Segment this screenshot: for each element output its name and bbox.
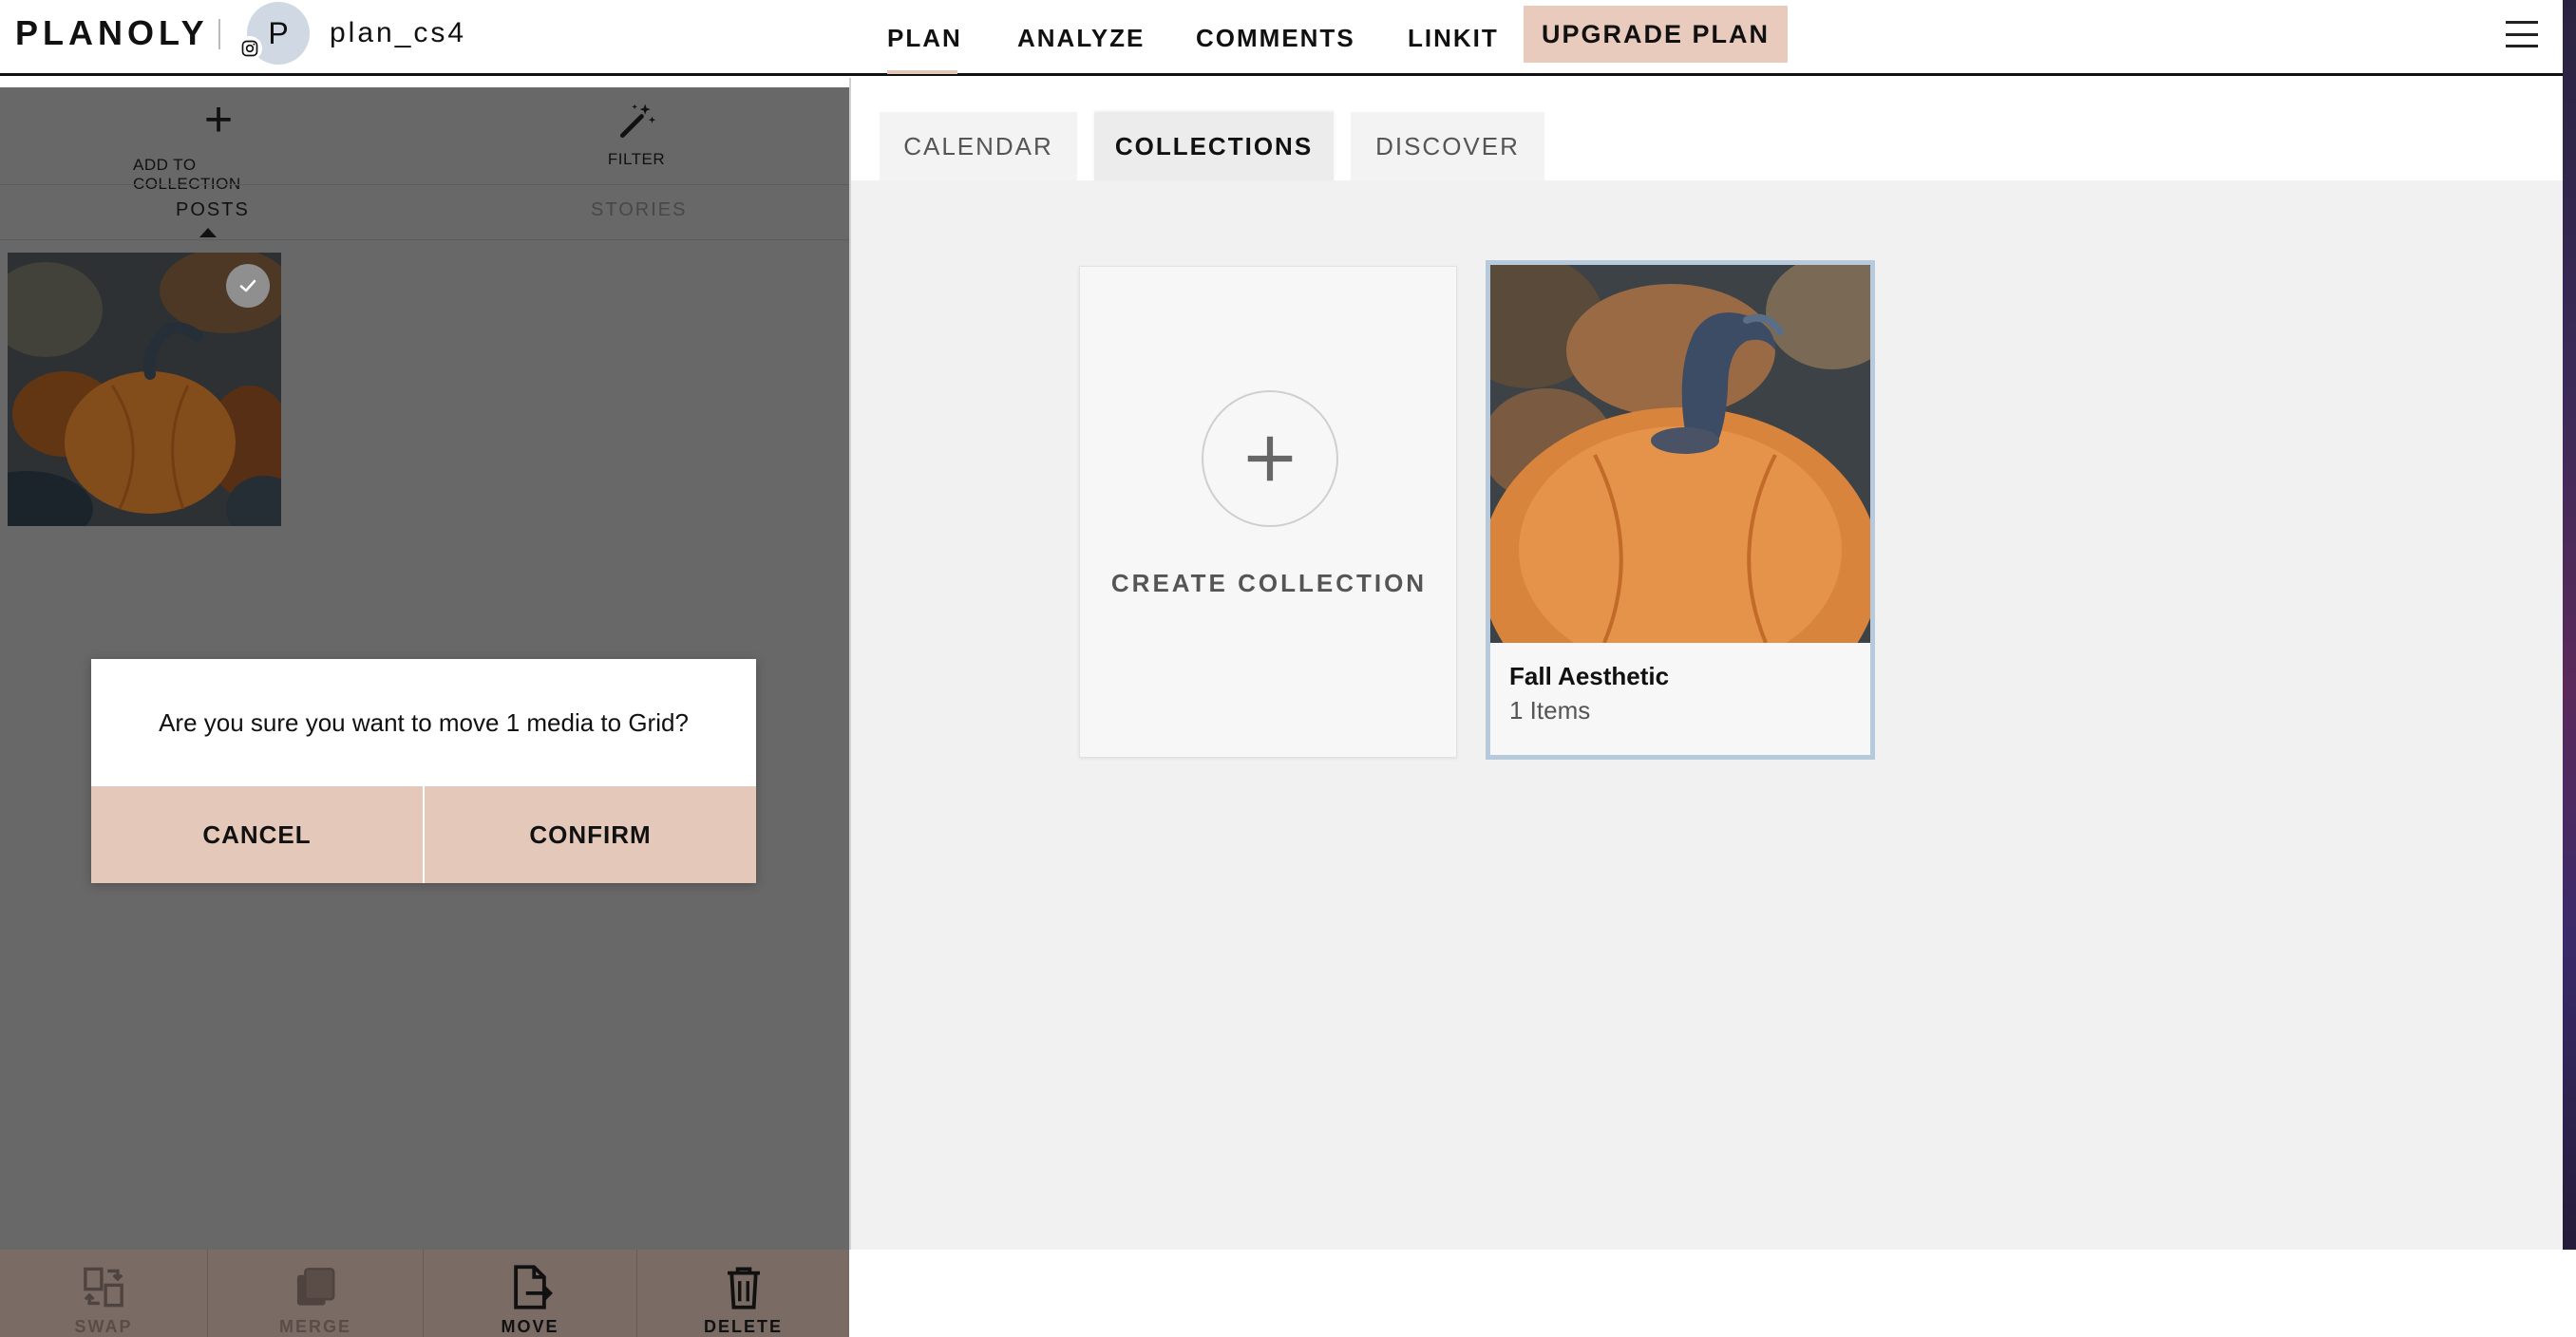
merge-button[interactable]: MERGE (208, 1250, 423, 1337)
hamburger-menu-icon[interactable] (2506, 21, 2538, 47)
plus-icon: + (203, 92, 234, 147)
add-to-collection-label: ADD TO COLLECTION (133, 156, 241, 193)
move-icon (514, 1265, 553, 1309)
upgrade-plan-button[interactable]: UPGRADE PLAN (1524, 6, 1788, 63)
move-label: MOVE (501, 1317, 559, 1336)
tabs-divider (0, 239, 849, 240)
move-confirmation-dialog: Are you sure you want to move 1 media to… (91, 659, 756, 883)
toolbar-divider (0, 184, 849, 185)
top-navigation-bar: PLANOLY P plan_cs4 PLAN ANALYZE COMMENTS… (0, 0, 2563, 76)
nav-active-indicator (887, 70, 957, 74)
nav-analyze[interactable]: ANALYZE (1017, 0, 1145, 76)
tab-stories[interactable]: STORIES (591, 199, 687, 221)
magic-wand-icon (619, 104, 656, 139)
swap-button[interactable]: SWAP (0, 1250, 207, 1337)
avatar-initial: P (268, 15, 289, 50)
logo-divider (218, 19, 220, 49)
account-username[interactable]: plan_cs4 (330, 17, 466, 49)
nav-plan[interactable]: PLAN (887, 0, 962, 76)
create-collection-label: CREATE COLLECTION (1110, 569, 1428, 597)
bulk-action-bar: SWAP MERGE MOVE DELETE (0, 1250, 849, 1337)
tab-discover[interactable]: DISCOVER (1351, 112, 1544, 180)
cancel-button[interactable]: CANCEL (91, 786, 423, 883)
merge-icon (296, 1268, 335, 1306)
media-library-panel: + ADD TO COLLECTION FILTER POSTS STORIES (0, 87, 849, 1337)
delete-button[interactable]: DELETE (637, 1250, 849, 1337)
create-collection-card[interactable]: CREATE COLLECTION (1079, 266, 1457, 758)
pumpkin-photo (1490, 265, 1870, 643)
instagram-icon (237, 36, 262, 61)
filter-label: FILTER (607, 150, 666, 168)
collections-workspace: CALENDAR COLLECTIONS DISCOVER CREATE COL… (849, 78, 2565, 1250)
add-to-collection-button[interactable]: + ADD TO COLLECTION (133, 95, 304, 194)
collection-name: Fall Aesthetic (1509, 662, 1670, 690)
dialog-message: Are you sure you want to move 1 media to… (159, 707, 689, 737)
confirm-button[interactable]: CONFIRM (425, 786, 756, 883)
collection-card-fall-aesthetic[interactable]: Fall Aesthetic 1 Items (1486, 260, 1875, 760)
collection-item-count: 1 Items (1509, 696, 1591, 725)
planoly-logo[interactable]: PLANOLY (15, 13, 209, 53)
active-tab-caret-icon (199, 228, 217, 237)
tab-posts[interactable]: POSTS (176, 199, 250, 221)
delete-label: DELETE (703, 1317, 783, 1336)
nav-comments[interactable]: COMMENTS (1196, 0, 1355, 76)
swap-label: SWAP (74, 1317, 133, 1336)
create-collection-plus-icon[interactable] (1202, 390, 1338, 527)
background-window-edge (2563, 0, 2576, 1250)
tab-collections[interactable]: COLLECTIONS (1094, 112, 1334, 180)
delete-icon (727, 1267, 760, 1309)
merge-label: MERGE (278, 1317, 351, 1336)
swap-icon (84, 1267, 123, 1308)
nav-linkit[interactable]: LINKIT (1408, 0, 1499, 76)
filter-button[interactable]: FILTER (589, 95, 684, 169)
collection-cover-image (1490, 265, 1870, 643)
tab-calendar[interactable]: CALENDAR (880, 112, 1077, 180)
move-button[interactable]: MOVE (424, 1250, 636, 1337)
selected-check-icon[interactable] (226, 264, 270, 308)
